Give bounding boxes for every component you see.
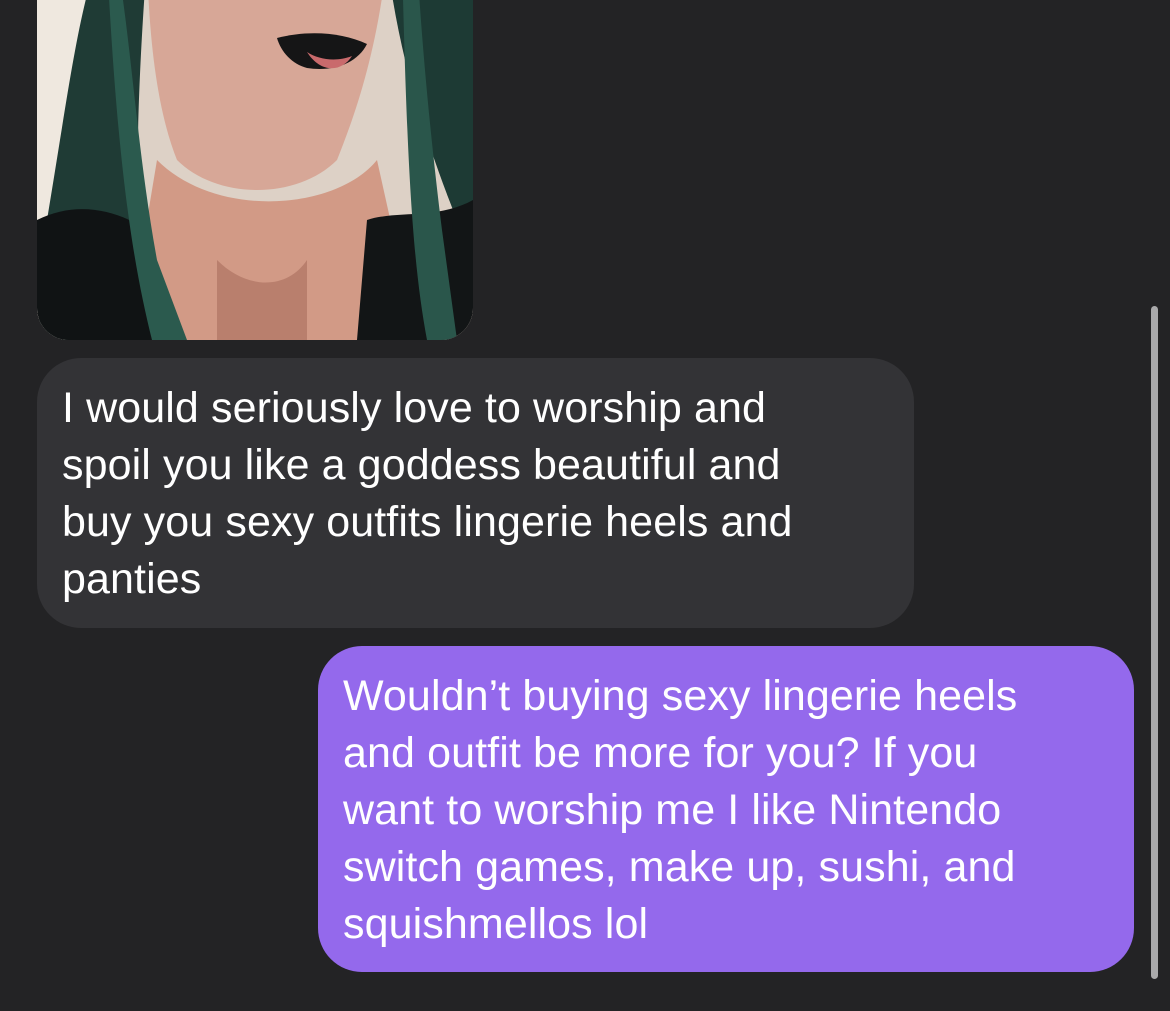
outgoing-message-line: squishmellos lol	[343, 900, 649, 948]
incoming-message-line: I would seriously love to worship and	[62, 384, 767, 432]
outgoing-message-line: and outfit be more for you? If you	[343, 729, 978, 777]
outgoing-message-line: Wouldn’t buying sexy lingerie heels	[343, 672, 1018, 720]
outgoing-message-line: want to worship me I like Nintendo	[343, 786, 1002, 834]
incoming-message-line: buy you sexy outfits lingerie heels and	[62, 498, 793, 546]
outgoing-message-line: switch games, make up, sushi, and	[343, 843, 1016, 891]
photo-attachment[interactable]	[37, 0, 473, 340]
incoming-message-line: panties	[62, 555, 202, 603]
photo-image	[37, 0, 473, 340]
incoming-message-bubble[interactable]: I would seriously love to worship and sp…	[37, 358, 914, 628]
incoming-message-line: spoil you like a goddess beautiful and	[62, 441, 781, 489]
scrollbar[interactable]	[1151, 306, 1158, 979]
outgoing-message-bubble[interactable]: Wouldn’t buying sexy lingerie heels and …	[318, 646, 1134, 972]
